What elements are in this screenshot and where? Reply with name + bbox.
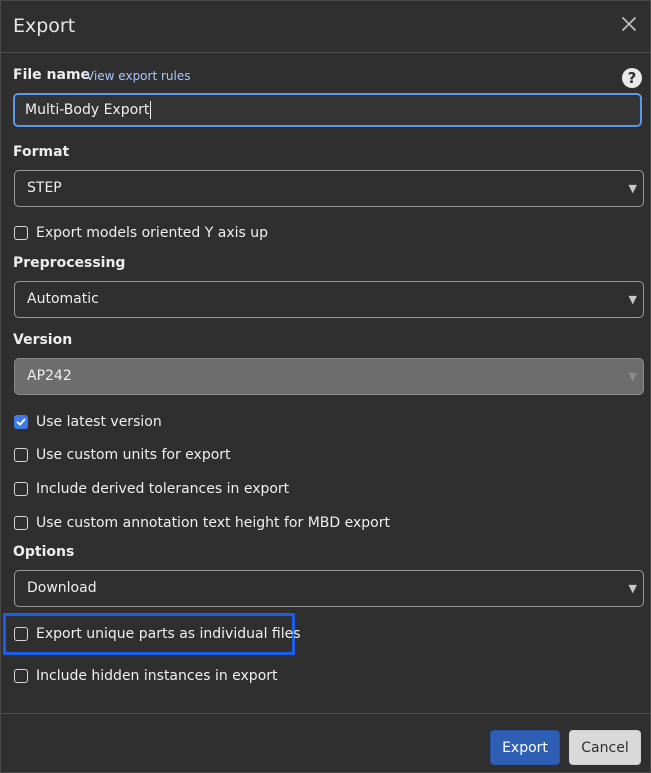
derived-tolerances-label: Include derived tolerances in export — [36, 481, 290, 497]
checkbox-box[interactable] — [14, 516, 28, 530]
custom-units-checkbox[interactable]: Use custom units for export — [14, 447, 231, 463]
chevron-down-icon: ▼ — [628, 182, 637, 195]
close-icon[interactable] — [620, 15, 638, 33]
y-axis-up-label: Export models oriented Y axis up — [36, 225, 269, 241]
cancel-button[interactable]: Cancel — [569, 730, 641, 765]
latest-version-label: Use latest version — [36, 414, 162, 430]
checkbox-box[interactable] — [14, 415, 28, 429]
dialog-header: Export — [1, 1, 650, 53]
checkbox-box[interactable] — [14, 226, 28, 240]
dialog-title: Export — [13, 15, 76, 37]
chevron-down-icon: ▼ — [628, 582, 637, 595]
options-label: Options — [13, 544, 75, 560]
chevron-down-icon: ▼ — [628, 293, 637, 306]
format-select[interactable]: STEP ▼ — [14, 170, 644, 207]
help-icon[interactable]: ? — [622, 68, 642, 88]
latest-version-checkbox[interactable]: Use latest version — [14, 414, 162, 430]
custom-units-label: Use custom units for export — [36, 447, 231, 463]
footer-divider — [1, 713, 650, 714]
checkbox-box[interactable] — [14, 669, 28, 683]
annotation-height-checkbox[interactable]: Use custom annotation text height for MB… — [14, 515, 390, 531]
chevron-down-icon: ▼ — [628, 370, 637, 383]
checkbox-box[interactable] — [14, 627, 28, 641]
preprocessing-select[interactable]: Automatic ▼ — [14, 281, 644, 318]
unique-parts-checkbox[interactable]: Export unique parts as individual files — [14, 626, 301, 642]
version-selected-value: AP242 — [27, 368, 72, 384]
checkmark-icon — [16, 418, 26, 426]
preprocessing-label: Preprocessing — [13, 255, 126, 271]
file-name-input[interactable]: Multi-Body Export — [13, 93, 642, 127]
checkbox-box[interactable] — [14, 448, 28, 462]
format-label: Format — [13, 144, 70, 160]
file-name-label: File name — [13, 67, 91, 83]
derived-tolerances-checkbox[interactable]: Include derived tolerances in export — [14, 481, 289, 497]
export-button[interactable]: Export — [490, 730, 560, 765]
y-axis-up-checkbox[interactable]: Export models oriented Y axis up — [14, 225, 268, 241]
options-select[interactable]: Download ▼ — [14, 570, 644, 607]
preprocessing-selected-value: Automatic — [27, 291, 99, 307]
text-caret — [150, 101, 152, 119]
file-name-value: Multi-Body Export — [25, 102, 150, 118]
checkbox-box[interactable] — [14, 482, 28, 496]
hidden-instances-label: Include hidden instances in export — [36, 668, 278, 684]
hidden-instances-checkbox[interactable]: Include hidden instances in export — [14, 668, 278, 684]
format-selected-value: STEP — [27, 180, 62, 196]
version-select: AP242 ▼ — [14, 358, 644, 395]
unique-parts-label: Export unique parts as individual files — [36, 626, 301, 642]
view-export-rules-link[interactable]: View export rules — [86, 69, 190, 83]
annotation-height-label: Use custom annotation text height for MB… — [36, 515, 390, 531]
options-selected-value: Download — [27, 580, 97, 596]
version-label: Version — [13, 332, 73, 348]
export-dialog: Export File name View export rules ? Mul… — [0, 0, 651, 773]
